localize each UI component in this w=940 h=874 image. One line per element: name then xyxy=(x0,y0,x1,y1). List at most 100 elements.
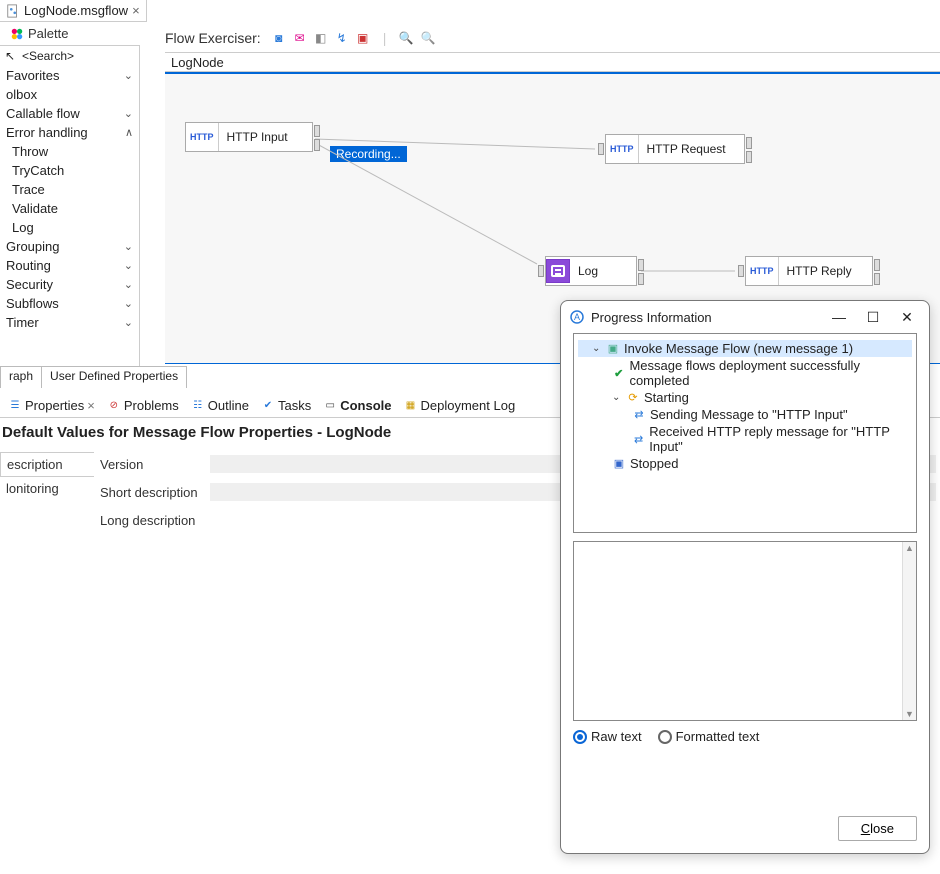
output-terminal[interactable] xyxy=(314,125,320,137)
minimize-button[interactable]: — xyxy=(825,309,853,325)
output-terminal[interactable] xyxy=(638,273,644,285)
view-tasks[interactable]: ✔ Tasks xyxy=(257,396,315,415)
progress-tree[interactable]: ⌄ ▣ Invoke Message Flow (new message 1) … xyxy=(573,333,917,533)
radio-label: Raw text xyxy=(591,729,642,744)
props-tab-description[interactable]: escription xyxy=(0,452,94,477)
tab-label: User Defined Properties xyxy=(50,369,178,383)
input-terminal[interactable] xyxy=(598,143,604,155)
running-icon: ⟳ xyxy=(626,391,640,405)
format-radio-group: Raw text Formatted text xyxy=(573,729,917,744)
zoom-in-icon[interactable]: 🔍 xyxy=(398,30,414,46)
sidebar-item-validate[interactable]: Validate xyxy=(0,199,139,218)
view-path-icon[interactable]: ◧ xyxy=(313,30,329,46)
sidebar-item-label: Callable flow xyxy=(6,106,80,121)
tree-received[interactable]: ⇄ Received HTTP reply message for "HTTP … xyxy=(578,423,912,455)
http-badge: HTTP xyxy=(186,123,219,151)
node-http-input[interactable]: HTTP HTTP Input xyxy=(185,122,313,152)
input-terminal[interactable] xyxy=(538,265,544,277)
maximize-button[interactable]: ☐ xyxy=(859,309,887,326)
close-tab-icon[interactable]: × xyxy=(132,3,140,18)
sidebar-item-callable-flow[interactable]: Callable flow⌄ xyxy=(0,104,139,123)
input-terminal[interactable] xyxy=(738,265,744,277)
properties-side-tabs: escription lonitoring xyxy=(0,452,94,500)
sidebar-item-trace[interactable]: Trace xyxy=(0,180,139,199)
field-label: Long description xyxy=(100,513,210,528)
close-window-button[interactable]: ✕ xyxy=(893,309,921,326)
scrollbar[interactable] xyxy=(902,542,916,720)
chevron-down-icon: ⌄ xyxy=(124,316,133,329)
details-textarea[interactable] xyxy=(573,541,917,721)
radio-formatted-text[interactable]: Formatted text xyxy=(658,729,760,744)
zoom-out-icon[interactable]: 🔍 xyxy=(420,30,436,46)
canvas-header: LogNode xyxy=(165,52,940,72)
tree-deploy-ok[interactable]: ✔ Message flows deployment successfully … xyxy=(578,357,912,389)
sidebar-item-grouping[interactable]: Grouping⌄ xyxy=(0,237,139,256)
sidebar-item-throw[interactable]: Throw xyxy=(0,142,139,161)
sidebar-item-favorites[interactable]: Favorites⌄ xyxy=(0,66,139,85)
search-label[interactable]: <Search> xyxy=(22,49,74,63)
recording-badge: Recording... xyxy=(330,146,407,162)
tree-root[interactable]: ⌄ ▣ Invoke Message Flow (new message 1) xyxy=(578,340,912,357)
output-terminal[interactable] xyxy=(874,259,880,271)
view-label: Problems xyxy=(124,398,179,413)
sidebar-item-routing[interactable]: Routing ⌄ xyxy=(0,256,139,275)
props-tab-monitoring[interactable]: lonitoring xyxy=(0,477,94,500)
dialog-title: Progress Information xyxy=(591,310,712,325)
view-console[interactable]: ▭ Console xyxy=(319,396,395,415)
view-deployment-log[interactable]: ▦ Deployment Log xyxy=(400,396,520,415)
sidebar-item-label: Routing xyxy=(6,258,51,273)
palette-sidebar: ↖ <Search> Favorites⌄ olbox Callable flo… xyxy=(0,46,140,366)
tab-label: raph xyxy=(9,369,33,383)
pointer-tool-icon[interactable]: ↖ xyxy=(2,48,18,64)
palette-title: Palette xyxy=(28,26,68,41)
view-properties[interactable]: ☰ Properties × xyxy=(4,396,99,415)
sidebar-item-label: Validate xyxy=(12,201,58,216)
radio-raw-text[interactable]: Raw text xyxy=(573,729,642,744)
tab-graph[interactable]: raph xyxy=(0,366,42,388)
sidebar-item-label: Timer xyxy=(6,315,39,330)
sidebar-item-security[interactable]: Security⌄ xyxy=(0,275,139,294)
node-http-reply[interactable]: HTTP HTTP Reply xyxy=(745,256,873,286)
dialog-footer: Close xyxy=(561,806,929,853)
editor-tab[interactable]: LogNode.msgflow × xyxy=(0,0,147,22)
output-terminal[interactable] xyxy=(746,151,752,163)
chevron-down-icon: ⌄ xyxy=(124,69,133,82)
output-terminal[interactable] xyxy=(638,259,644,271)
sidebar-item-toolbox[interactable]: olbox xyxy=(0,85,139,104)
twisty-icon[interactable]: ⌄ xyxy=(612,392,622,403)
sidebar-item-label: Throw xyxy=(12,144,48,159)
tree-sending[interactable]: ⇄ Sending Message to "HTTP Input" xyxy=(578,406,912,423)
tree-label: Message flows deployment successfully co… xyxy=(629,358,912,388)
tree-starting[interactable]: ⌄ ⟳ Starting xyxy=(578,389,912,406)
node-http-request[interactable]: HTTP HTTP Request xyxy=(605,134,745,164)
close-view-icon[interactable]: × xyxy=(87,398,95,413)
dialog-titlebar[interactable]: A Progress Information — ☐ ✕ xyxy=(561,301,929,333)
sidebar-item-subflows[interactable]: Subflows⌄ xyxy=(0,294,139,313)
view-outline[interactable]: ☷ Outline xyxy=(187,396,253,415)
sidebar-item-label: Trace xyxy=(12,182,45,197)
properties-icon: ☰ xyxy=(8,399,22,413)
progress-information-dialog: A Progress Information — ☐ ✕ ⌄ ▣ Invoke … xyxy=(560,300,930,854)
sidebar-item-error-handling[interactable]: Error handling∧ xyxy=(0,123,139,142)
deployment-log-icon: ▦ xyxy=(404,399,418,413)
chevron-down-icon: ⌄ xyxy=(124,259,133,272)
sidebar-item-timer[interactable]: Timer ⌄ xyxy=(0,313,139,332)
tree-stopped[interactable]: ▣ Stopped xyxy=(578,455,912,472)
send-message-icon[interactable]: ✉ xyxy=(292,30,308,46)
close-button[interactable]: Close xyxy=(838,816,917,841)
tab-user-defined-properties[interactable]: User Defined Properties xyxy=(41,366,187,388)
log-icon xyxy=(546,259,570,283)
node-log[interactable]: Log xyxy=(545,256,637,286)
output-terminal[interactable] xyxy=(874,273,880,285)
stop-record-icon[interactable]: ▣ xyxy=(355,30,371,46)
output-terminal[interactable] xyxy=(746,137,752,149)
view-label: Deployment Log xyxy=(421,398,516,413)
output-terminal[interactable] xyxy=(314,139,320,151)
view-problems[interactable]: ⊘ Problems xyxy=(103,396,183,415)
sidebar-item-log[interactable]: Log xyxy=(0,218,139,237)
twisty-icon[interactable]: ⌄ xyxy=(592,343,602,354)
record-icon[interactable]: ◙ xyxy=(271,30,287,46)
trace-icon[interactable]: ↯ xyxy=(334,30,350,46)
sidebar-item-trycatch[interactable]: TryCatch xyxy=(0,161,139,180)
view-label: Outline xyxy=(208,398,249,413)
